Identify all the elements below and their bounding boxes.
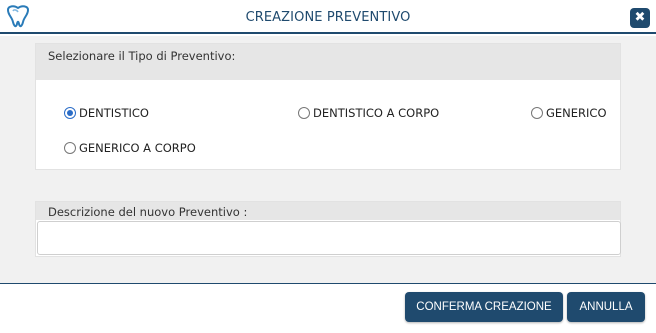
radio-option-dentistico[interactable]: DENTISTICO: [64, 106, 149, 120]
radio-option-dentistico-a-corpo[interactable]: DENTISTICO A CORPO: [298, 106, 439, 120]
type-selection-panel: Selezionare il Tipo di Preventivo: DENTI…: [35, 43, 621, 170]
radio-label-generico: GENERICO: [546, 106, 607, 120]
radio-option-generico[interactable]: GENERICO: [531, 106, 607, 120]
description-input[interactable]: [37, 221, 621, 255]
dialog-title: CREAZIONE PREVENTIVO: [245, 10, 411, 25]
dialog-titlebar: CREAZIONE PREVENTIVO ✖: [0, 0, 656, 34]
type-section-header: Selezionare il Tipo di Preventivo:: [36, 44, 620, 80]
dialog-content: Selezionare il Tipo di Preventivo: DENTI…: [0, 36, 656, 283]
cancel-button[interactable]: ANNULLA: [567, 292, 645, 322]
confirm-creation-button[interactable]: CONFERMA CREAZIONE: [405, 292, 563, 322]
close-icon[interactable]: ✖: [630, 8, 650, 28]
footer-divider: [0, 283, 656, 284]
radio-label-dentistico: DENTISTICO: [79, 106, 149, 120]
radio-option-generico-a-corpo[interactable]: GENERICO A CORPO: [64, 141, 196, 155]
description-panel: Descrizione del nuovo Preventivo :: [35, 201, 621, 257]
description-section-header: Descrizione del nuovo Preventivo :: [36, 202, 620, 220]
radio-button-dentistico[interactable]: [64, 107, 76, 119]
radio-label-generico-a-corpo: GENERICO A CORPO: [79, 141, 196, 155]
radio-button-generico[interactable]: [531, 107, 543, 119]
radio-button-dentistico-a-corpo[interactable]: [298, 107, 310, 119]
radio-button-generico-a-corpo[interactable]: [64, 142, 76, 154]
radio-label-dentistico-a-corpo: DENTISTICO A CORPO: [313, 106, 440, 120]
